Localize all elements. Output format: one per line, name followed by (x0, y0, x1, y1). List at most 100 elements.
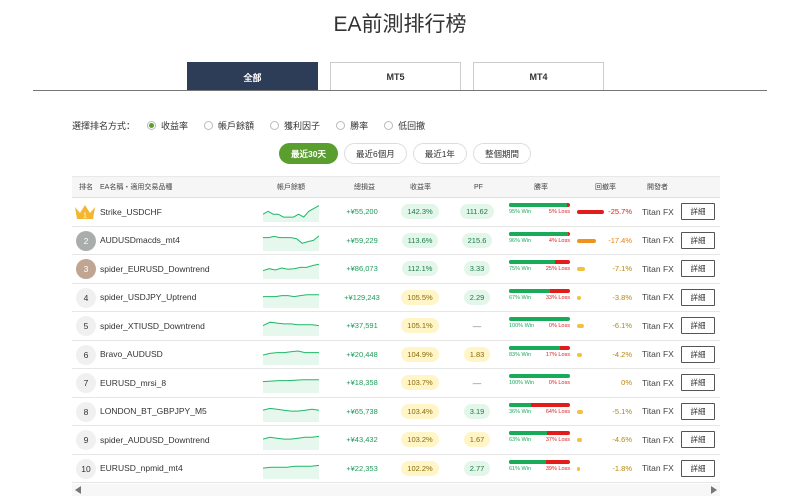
win-rate-bar (509, 231, 570, 236)
win-rate-cell: 100% Win 0% Loss (509, 374, 570, 394)
win-label: 36% Win (509, 408, 532, 415)
drawdown-value: -3.8% (612, 292, 632, 302)
ea-name[interactable]: spider_AUDUSD_Downtrend (100, 426, 210, 454)
total-pnl: +¥129,243 (344, 292, 380, 302)
table-row: 6 Bravo_AUDUSD +¥20,448 104.9% 1.83 83% W… (72, 341, 720, 369)
loss-label: 64% Loss (545, 408, 570, 415)
period-all-button[interactable]: 整個期間 (472, 143, 531, 164)
period-1-year-button[interactable]: 最近1年 (412, 143, 467, 164)
detail-button[interactable]: 詳細 (681, 260, 715, 277)
ea-name[interactable]: AUDUSDmacds_mt4 (100, 227, 180, 255)
return-value: 103.2% (401, 432, 439, 448)
horizontal-scrollbar[interactable] (72, 484, 720, 496)
balance-sparkline (263, 321, 319, 336)
ea-name[interactable]: LONDON_BT_GBPJPY_M5 (100, 398, 207, 426)
detail-button[interactable]: 詳細 (681, 231, 715, 249)
table-row: 10 EURUSD_npmid_mt4 +¥22,353 102.2% 2.77 … (72, 455, 720, 483)
page-title: EA前測排行榜 (333, 13, 467, 36)
ranking-table: 排名 EA名稱・適用交易品種 帳戶餘額 總損益 收益率 PF 勝率 回撤率 開發… (72, 176, 720, 483)
divider (33, 90, 767, 91)
drawdown-bar (577, 438, 583, 442)
return-cell: 103.2% (401, 426, 439, 454)
ea-name[interactable]: EURUSD_mrsi_8 (100, 369, 166, 397)
rank-number: 1 (83, 213, 87, 220)
table-header: 排名 EA名稱・適用交易品種 帳戶餘額 總損益 收益率 PF 勝率 回撤率 開發… (72, 176, 720, 198)
win-rate-bar (509, 402, 570, 407)
win-rate-bar (509, 288, 570, 293)
sort-radio-balance[interactable]: 帳戶餘額 (204, 119, 254, 132)
total-pnl: +¥65,738 (346, 406, 378, 416)
table-row: 5 spider_XTIUSD_Downtrend +¥37,591 105.1%… (72, 312, 720, 341)
table-row: 8 LONDON_BT_GBPJPY_M5 +¥65,738 103.4% 3.1… (72, 398, 720, 426)
loss-label: 17% Loss (545, 351, 570, 358)
period-6-months-button[interactable]: 最近6個月 (343, 143, 407, 164)
balance-sparkline (263, 263, 319, 279)
drawdown-value: -4.6% (612, 435, 632, 445)
sort-radio-profit-factor[interactable]: 獲利因子 (270, 119, 320, 132)
balance-sparkline (263, 349, 319, 365)
return-value: 102.2% (401, 460, 439, 476)
ea-name[interactable]: Strike_USDCHF (100, 198, 162, 226)
ea-name[interactable]: spider_USDJPY_Uptrend (100, 284, 196, 312)
win-rate-cell: 61% Win 39% Loss (509, 459, 570, 480)
header-win-rate: 勝率 (534, 184, 548, 191)
loss-label: 33% Loss (545, 294, 570, 301)
table-row: 9 spider_AUDUSD_Downtrend +¥43,432 103.2%… (72, 426, 720, 455)
ea-name[interactable]: spider_EURUSD_Downtrend (100, 255, 210, 283)
drawdown-value: -6.1% (612, 321, 632, 331)
ea-name[interactable]: spider_XTIUSD_Downtrend (100, 312, 205, 340)
drawdown-bar (577, 295, 582, 300)
tab-mt4[interactable]: MT4 (473, 62, 604, 91)
radio-label: 獲利因子 (284, 121, 321, 131)
balance-sparkline (263, 464, 319, 479)
drawdown-value: -17.4% (608, 235, 632, 245)
rank-badge: 7 (76, 373, 96, 393)
developer: Titan FX (642, 206, 674, 217)
loss-label: 25% Loss (545, 266, 570, 272)
detail-button[interactable]: 詳細 (681, 288, 715, 306)
sort-radio-return[interactable]: 收益率 (147, 119, 188, 132)
win-rate-cell: 75% Win 25% Loss (509, 260, 570, 280)
sort-radio-low-drawdown[interactable]: 低回撤 (384, 119, 425, 132)
win-rate-bar (509, 203, 570, 207)
header-drawdown: 回撤率 (595, 184, 616, 191)
detail-button[interactable]: 詳細 (681, 317, 715, 334)
total-pnl: +¥22,353 (346, 463, 378, 473)
return-value: 105.5% (401, 289, 439, 305)
header-developer: 開發者 (647, 184, 668, 191)
rank-badge: 3 (76, 259, 96, 279)
return-cell: 113.6% (401, 227, 439, 255)
ea-name[interactable]: EURUSD_npmid_mt4 (100, 455, 183, 483)
developer: Titan FX (642, 235, 674, 246)
scroll-right-icon[interactable] (711, 486, 717, 494)
pf-value: 1.83 (463, 346, 491, 362)
drawdown-bar (577, 352, 582, 357)
rank-badge: 10 (76, 458, 96, 479)
sort-radio-win-rate[interactable]: 勝率 (336, 119, 368, 132)
scroll-left-icon[interactable] (75, 486, 81, 494)
period-30-days-button[interactable]: 最近30天 (279, 143, 338, 164)
detail-button[interactable]: 詳細 (681, 402, 715, 420)
radio-label: 勝率 (350, 121, 369, 131)
return-value: 142.3% (401, 204, 439, 220)
return-cell: 103.7% (401, 369, 439, 397)
win-label: 63% Win (509, 437, 532, 443)
drawdown-bar (577, 238, 597, 243)
return-value: 104.9% (401, 346, 439, 362)
tab-all[interactable]: 全部 (187, 62, 318, 91)
ea-name[interactable]: Bravo_AUDUSD (100, 341, 163, 369)
return-value: 103.4% (401, 403, 439, 419)
detail-button[interactable]: 詳細 (681, 345, 715, 363)
header-return: 收益率 (410, 184, 431, 191)
detail-button[interactable]: 詳細 (681, 459, 715, 477)
balance-sparkline (263, 407, 319, 422)
pf-cell: — (460, 369, 494, 397)
rank-badge: 9 (76, 430, 96, 450)
detail-button[interactable]: 詳細 (681, 431, 715, 448)
tab-mt5[interactable]: MT5 (330, 62, 461, 91)
header-rank: 排名 (79, 184, 93, 191)
detail-button[interactable]: 詳細 (681, 374, 715, 391)
detail-button[interactable]: 詳細 (681, 203, 715, 220)
crown-icon: 1 (74, 203, 96, 221)
return-cell: 112.1% (401, 255, 439, 283)
